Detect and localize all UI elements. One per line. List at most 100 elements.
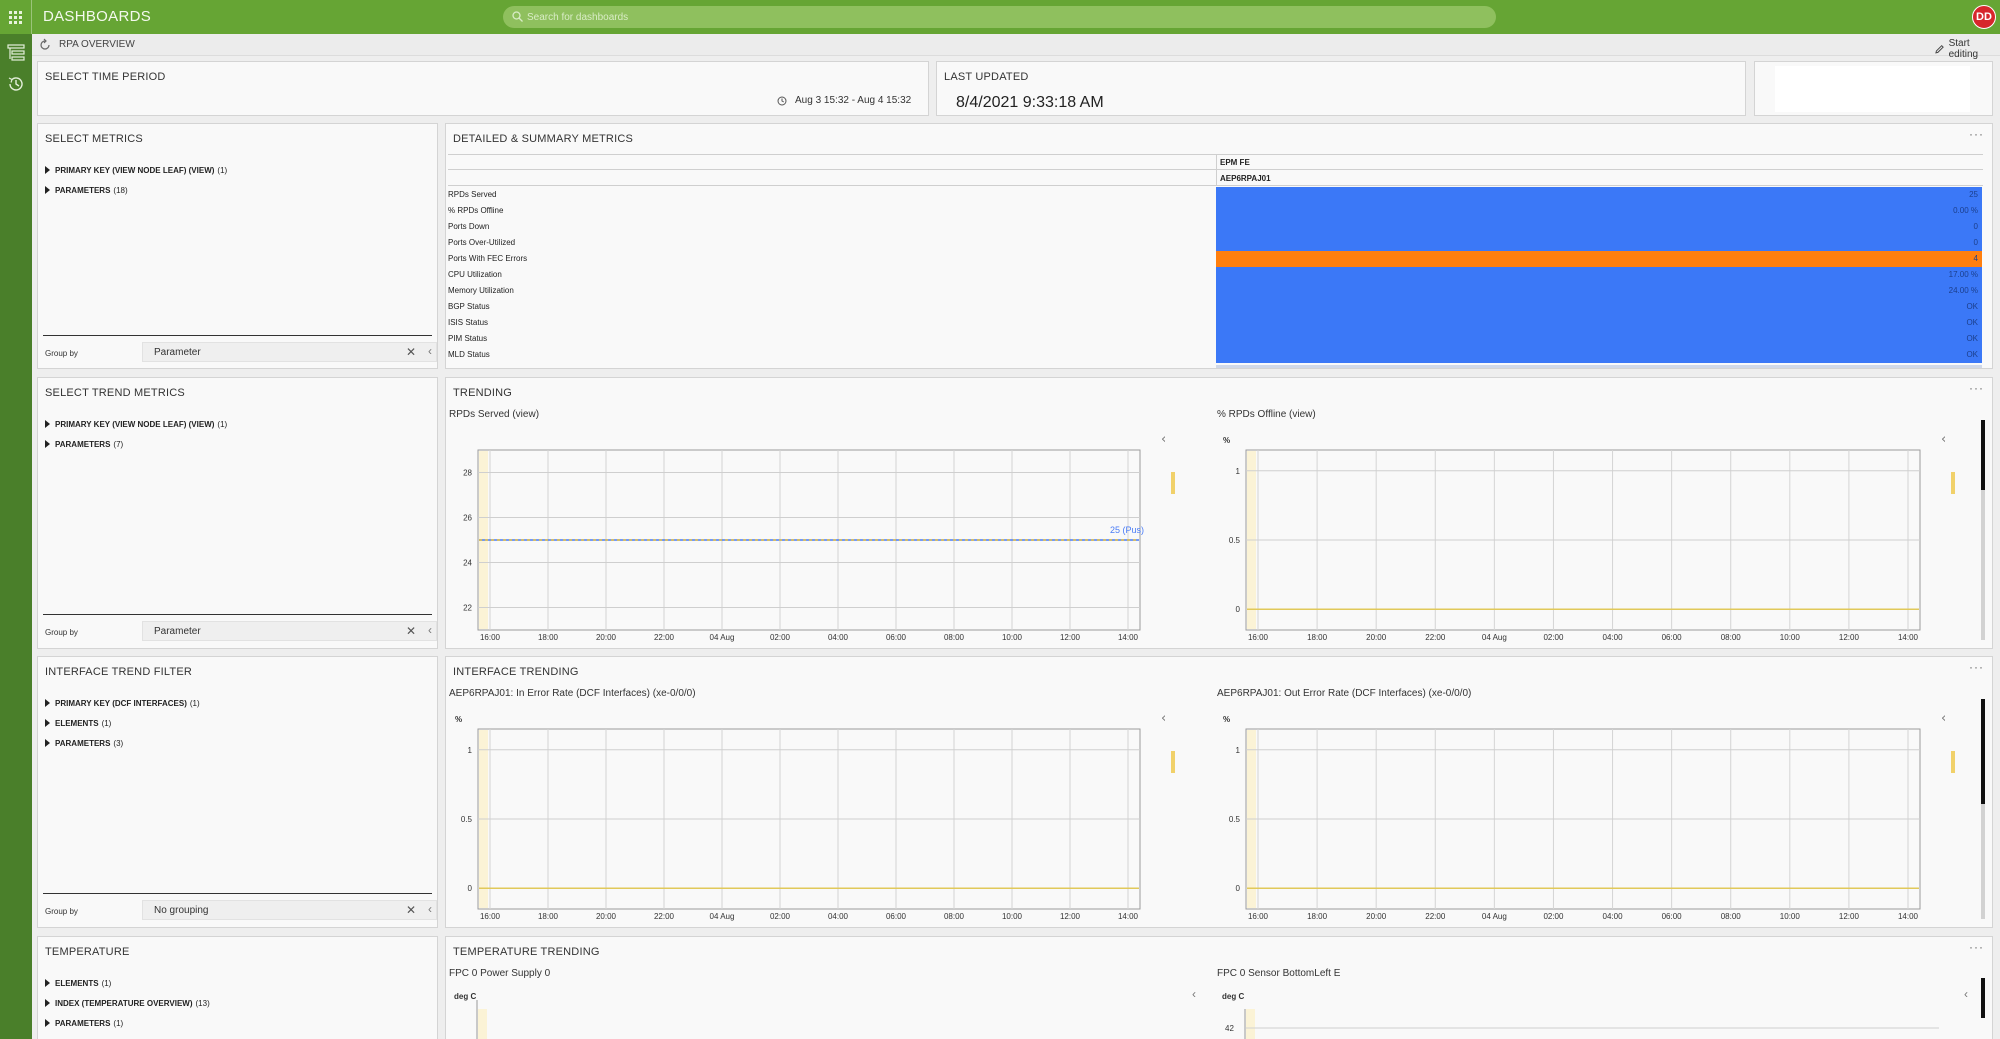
table-row: Ports With FEC Errors 4	[448, 251, 1982, 267]
legend-marker	[1951, 472, 1955, 494]
y-axis-unit: %	[1223, 436, 1230, 445]
column-header: AEP6RPAJ01	[1220, 174, 1271, 183]
chevron-left-icon[interactable]: ‹	[1192, 987, 1196, 1001]
table-row: BGP Status OK	[448, 299, 1982, 315]
x-tick-label: 20:00	[596, 633, 617, 642]
value-cell[interactable]: 0	[1216, 219, 1982, 235]
y-tick-label: 0.5	[1229, 536, 1241, 545]
expand-arrow-icon	[45, 440, 50, 448]
divider	[43, 335, 432, 336]
divider	[43, 614, 432, 615]
value-cell[interactable]: OK	[1216, 331, 1982, 347]
tree-item-index[interactable]: INDEX (TEMPERATURE OVERVIEW) (13)	[45, 993, 210, 1013]
y-tick-label: 1	[468, 746, 473, 755]
panel-title: INTERFACE TRENDING	[453, 666, 579, 678]
scrollbar-track[interactable]	[1981, 490, 1985, 640]
row-label: PIM Status	[448, 334, 488, 343]
value-cell[interactable]: 17.00 %	[1216, 267, 1982, 283]
value-cell[interactable]: 0.00 %	[1216, 203, 1982, 219]
x-tick-label: 04:00	[1603, 912, 1624, 921]
group-by-value: No grouping	[154, 905, 209, 916]
value-cell[interactable]: 0	[1216, 235, 1982, 251]
chevron-left-icon[interactable]: ‹	[1941, 711, 1946, 726]
blank-image	[1775, 66, 1970, 112]
x-tick-label: 20:00	[1366, 633, 1387, 642]
x-tick-label: 02:00	[770, 633, 791, 642]
time-range-picker[interactable]: Aug 3 15:32 - Aug 4 15:32	[777, 95, 911, 106]
interface-filter-tree: PRIMARY KEY (DCF INTERFACES) (1) ELEMENTS…	[45, 693, 200, 753]
panel-title: SELECT TIME PERIOD	[45, 71, 166, 83]
temperature-charts-partial: 42	[476, 1000, 1939, 1039]
tree-item-elements[interactable]: ELEMENTS (1)	[45, 713, 200, 733]
x-tick-label: 16:00	[480, 912, 501, 921]
tree-item-parameters[interactable]: PARAMETERS (3)	[45, 733, 200, 753]
group-by-select[interactable]: Parameter ✕ ‹	[142, 621, 437, 641]
tree-item-elements[interactable]: ELEMENTS (1)	[45, 973, 210, 993]
in-error-rate-chart: 16:00 18:00 20:00 22:00 04 Aug 02:00 04:00 06:0…	[455, 711, 1175, 921]
refresh-icon[interactable]	[38, 38, 52, 52]
chart-title: RPDs Served (view)	[449, 409, 540, 420]
x-tick-label: 08:00	[1721, 912, 1742, 921]
chevron-left-icon[interactable]: ‹	[1161, 711, 1166, 726]
expand-arrow-icon	[45, 186, 50, 194]
chevron-left-icon[interactable]: ‹	[428, 623, 432, 637]
search-input[interactable]	[523, 6, 1483, 28]
chevron-left-icon[interactable]: ‹	[1161, 432, 1166, 447]
tree-item-primary-key[interactable]: PRIMARY KEY (VIEW NODE LEAF) (VIEW) (1)	[45, 160, 227, 180]
search-bar[interactable]	[503, 6, 1496, 28]
logo-panel	[1754, 61, 1993, 116]
value-cell[interactable]: 24.00 %	[1216, 283, 1982, 299]
row-label: Memory Utilization	[448, 286, 514, 295]
value-cell[interactable]: 4	[1216, 251, 1982, 267]
y-tick-label: 1	[1236, 746, 1241, 755]
data-label: 25 (Pus)	[1110, 525, 1144, 535]
more-options-icon[interactable]: ···	[1969, 381, 1984, 395]
history-icon[interactable]	[6, 74, 26, 94]
scrollbar-thumb[interactable]	[1981, 699, 1985, 804]
last-updated-panel: LAST UPDATED 8/4/2021 9:33:18 AM	[936, 61, 1746, 116]
tree-item-parameters[interactable]: PARAMETERS (1)	[45, 1013, 210, 1033]
value-cell[interactable]: 25	[1216, 187, 1982, 203]
interface-trend-filter-panel: INTERFACE TREND FILTER PRIMARY KEY (DCF …	[37, 656, 438, 928]
more-options-icon[interactable]: ···	[1969, 127, 1984, 141]
tree-item-primary-key[interactable]: PRIMARY KEY (DCF INTERFACES) (1)	[45, 693, 200, 713]
y-tick-label: 42	[1225, 1024, 1234, 1033]
chevron-left-icon[interactable]: ‹	[1941, 432, 1946, 447]
row-label: RPDs Served	[448, 190, 497, 199]
clear-icon[interactable]: ✕	[406, 903, 416, 917]
cell-value: 0	[1973, 238, 1978, 247]
user-avatar[interactable]: DD	[1972, 5, 1996, 29]
x-tick-label: 18:00	[1307, 633, 1328, 642]
cell-value: 25	[1969, 190, 1978, 199]
scrollbar-thumb[interactable]	[1981, 420, 1985, 490]
more-options-icon[interactable]: ···	[1969, 660, 1984, 674]
value-cell[interactable]: OK	[1216, 299, 1982, 315]
more-options-icon[interactable]: ···	[1969, 940, 1984, 954]
cell-value: OK	[1966, 350, 1978, 359]
group-by-select[interactable]: Parameter ✕ ‹	[142, 342, 437, 362]
group-by-label: Group by	[45, 907, 78, 916]
chevron-left-icon[interactable]: ‹	[428, 344, 432, 358]
dashboard-tree-icon[interactable]	[6, 42, 26, 62]
cell-value: OK	[1966, 318, 1978, 327]
tree-item-parameters[interactable]: PARAMETERS (7)	[45, 434, 227, 454]
start-editing-button[interactable]: Start editing	[1934, 38, 2000, 60]
x-tick-label: 04:00	[828, 912, 849, 921]
x-tick-label: 12:00	[1839, 912, 1860, 921]
scrollbar-track[interactable]	[1981, 804, 1985, 919]
chevron-left-icon[interactable]: ‹	[428, 902, 432, 916]
clear-icon[interactable]: ✕	[406, 624, 416, 638]
y-tick-label: 0	[1236, 605, 1241, 614]
value-cell[interactable]: OK	[1216, 315, 1982, 331]
chevron-left-icon[interactable]: ‹	[1964, 987, 1968, 1001]
tree-item-parameters[interactable]: PARAMETERS (18)	[45, 180, 227, 200]
clear-icon[interactable]: ✕	[406, 345, 416, 359]
group-by-select[interactable]: No grouping ✕ ‹	[142, 900, 437, 920]
x-tick-label: 18:00	[538, 912, 559, 921]
value-cell[interactable]: OK	[1216, 347, 1982, 363]
apps-grid-icon[interactable]	[0, 0, 32, 34]
x-tick-label: 02:00	[1543, 633, 1564, 642]
x-tick-label: 08:00	[1721, 633, 1742, 642]
pencil-icon	[1935, 44, 1944, 54]
tree-item-primary-key[interactable]: PRIMARY KEY (VIEW NODE LEAF) (VIEW) (1)	[45, 414, 227, 434]
